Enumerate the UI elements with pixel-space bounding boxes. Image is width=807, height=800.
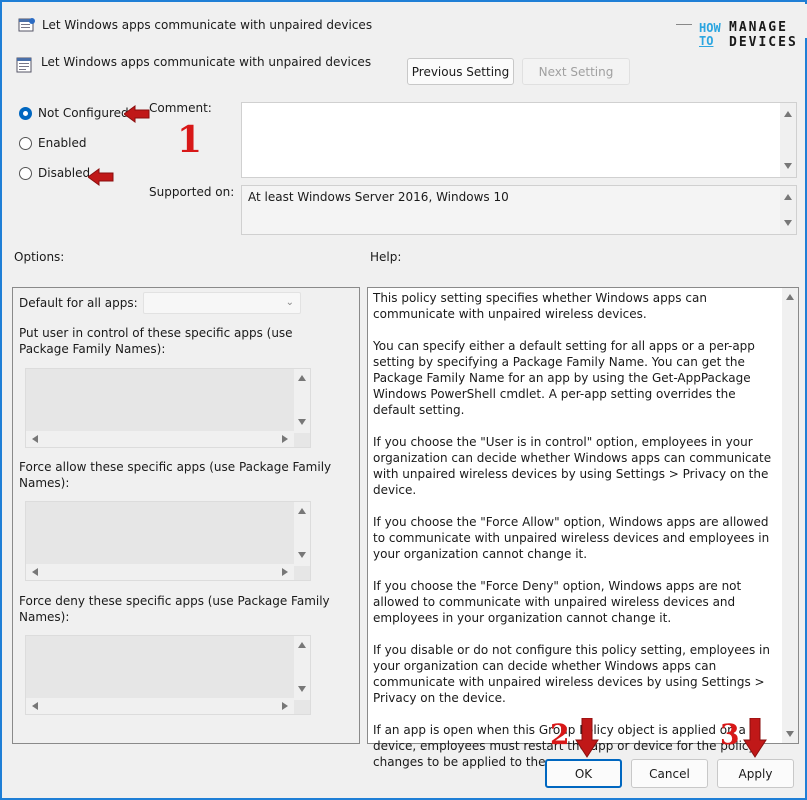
scroll-down-icon[interactable] <box>784 220 792 226</box>
listbox-vscroll[interactable] <box>294 502 310 566</box>
scroll-up-icon[interactable] <box>298 375 306 381</box>
policy-dialog: Let Windows apps communicate with unpair… <box>0 0 807 800</box>
supported-scrollbar[interactable] <box>780 186 796 234</box>
radio-not-configured[interactable]: Not Configured <box>19 106 129 120</box>
user-control-label: Put user in control of these specific ap… <box>19 326 293 356</box>
logo-manage-text: MANAGE <box>729 20 788 35</box>
previous-setting-button[interactable]: Previous Setting <box>407 58 514 85</box>
supported-on-value: At least Windows Server 2016, Windows 10 <box>248 190 509 204</box>
red-arrow-down-icon <box>743 718 767 758</box>
scroll-right-icon[interactable] <box>282 702 288 710</box>
supported-on-field: At least Windows Server 2016, Windows 10 <box>241 185 797 235</box>
help-label: Help: <box>370 250 402 264</box>
default-for-all-apps-select[interactable]: ⌄ <box>143 292 301 314</box>
next-setting-button[interactable]: Next Setting <box>522 58 630 85</box>
listbox-hscroll[interactable] <box>26 564 294 580</box>
cancel-button[interactable]: Cancel <box>631 759 708 788</box>
help-paragraph: You can specify either a default setting… <box>373 339 755 417</box>
help-paragraph: This policy setting specifies whether Wi… <box>373 291 707 321</box>
scroll-down-icon[interactable] <box>298 686 306 692</box>
scroll-up-icon[interactable] <box>298 642 306 648</box>
force-deny-label: Force deny these specific apps (use Pack… <box>19 594 330 624</box>
help-panel: This policy setting specifies whether Wi… <box>367 287 799 769</box>
help-paragraph: If you choose the "Force Deny" option, W… <box>373 579 742 625</box>
listbox-vscroll[interactable] <box>294 636 310 700</box>
setting-name: Let Windows apps communicate with unpair… <box>41 55 372 69</box>
radio-label: Not Configured <box>38 106 129 120</box>
apply-button[interactable]: Apply <box>717 759 794 788</box>
options-panel: Default for all apps: ⌄ Put user in cont… <box>12 287 360 744</box>
ok-button[interactable]: OK <box>545 759 622 788</box>
radio-dot[interactable] <box>19 136 32 150</box>
chevron-down-icon: ⌄ <box>285 297 294 308</box>
window-title: Let Windows apps communicate with unpair… <box>42 18 373 32</box>
scroll-up-icon[interactable] <box>784 194 792 200</box>
scroll-down-icon[interactable] <box>298 552 306 558</box>
logo-to-text: TO <box>699 34 714 48</box>
radio-dot-checked[interactable] <box>19 106 32 120</box>
listbox-hscroll[interactable] <box>26 698 294 714</box>
annotation-step-2: 2 <box>550 718 570 751</box>
supported-on-label: Supported on: <box>149 185 235 199</box>
options-label: Options: <box>14 250 65 264</box>
scroll-up-icon[interactable] <box>786 294 794 300</box>
scroll-down-icon[interactable] <box>298 419 306 425</box>
radio-disabled[interactable]: Disabled <box>19 166 90 180</box>
scroll-up-icon[interactable] <box>298 508 306 514</box>
logo-devices-text: DEVICES <box>729 35 798 50</box>
scroll-right-icon[interactable] <box>282 568 288 576</box>
radio-dot[interactable] <box>19 166 32 180</box>
user-control-listbox[interactable] <box>25 368 311 448</box>
help-paragraph: If you choose the "Force Allow" option, … <box>373 515 770 561</box>
help-scrollbar[interactable] <box>782 288 798 743</box>
comment-label: Comment: <box>149 101 212 115</box>
radio-label: Enabled <box>38 136 87 150</box>
red-arrow-left-icon <box>88 168 114 186</box>
scroll-left-icon[interactable] <box>32 568 38 576</box>
minimize-button[interactable] <box>676 24 692 25</box>
scroll-down-icon[interactable] <box>786 731 794 737</box>
red-arrow-down-icon <box>575 718 599 758</box>
default-for-all-apps-label: Default for all apps: <box>19 296 138 310</box>
scroll-left-icon[interactable] <box>32 435 38 443</box>
scroll-up-icon[interactable] <box>784 111 792 117</box>
scroll-down-icon[interactable] <box>784 163 792 169</box>
radio-label: Disabled <box>38 166 91 180</box>
radio-enabled[interactable]: Enabled <box>19 136 87 150</box>
force-deny-listbox[interactable] <box>25 635 311 715</box>
comment-scrollbar[interactable] <box>780 103 796 177</box>
annotation-step-1: 1 <box>177 119 203 161</box>
help-paragraph: If you disable or do not configure this … <box>373 643 770 705</box>
title-bar: Let Windows apps communicate with unpair… <box>4 4 807 38</box>
annotation-step-3: 3 <box>720 718 740 751</box>
help-paragraph: If you choose the "User is in control" o… <box>373 435 772 497</box>
policy-setting-icon <box>16 57 32 73</box>
comment-textarea[interactable] <box>241 102 797 178</box>
howtomanagedevices-logo: HOW TO MANAGE DEVICES <box>699 20 798 56</box>
policy-setting-icon <box>18 18 35 32</box>
force-allow-listbox[interactable] <box>25 501 311 581</box>
force-allow-label: Force allow these specific apps (use Pac… <box>19 460 332 490</box>
scroll-right-icon[interactable] <box>282 435 288 443</box>
scroll-left-icon[interactable] <box>32 702 38 710</box>
listbox-vscroll[interactable] <box>294 369 310 433</box>
listbox-hscroll[interactable] <box>26 431 294 447</box>
help-text: This policy setting specifies whether Wi… <box>373 290 779 786</box>
red-arrow-left-icon <box>124 105 150 123</box>
